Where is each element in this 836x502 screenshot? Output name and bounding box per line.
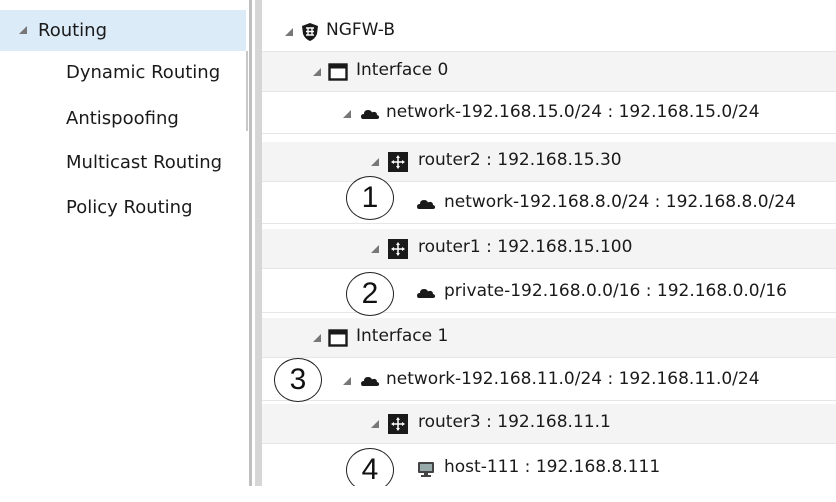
cloud-icon xyxy=(417,289,436,298)
nav-divider xyxy=(246,51,248,131)
tree-row-router[interactable]: router1 : 192.168.15.100 xyxy=(262,229,836,269)
router-icon xyxy=(388,152,408,172)
router-icon xyxy=(388,239,408,259)
tree-row-router[interactable]: router3 : 192.168.11.1 xyxy=(262,404,836,444)
nav-item-policy-routing[interactable]: Policy Routing xyxy=(66,197,193,218)
callout-marker-3: 3 xyxy=(274,358,322,402)
host-computer-icon xyxy=(418,462,434,477)
expand-triangle-icon[interactable] xyxy=(342,109,352,119)
network-label: private-192.168.0.0/16 : 192.168.0.0/16 xyxy=(444,281,787,301)
tree-row-router[interactable]: router2 : 192.168.15.30 xyxy=(262,142,836,182)
interface-icon xyxy=(328,329,348,347)
expand-triangle-icon[interactable] xyxy=(342,376,352,386)
nav-item-label: Routing xyxy=(38,20,108,41)
nav-item-routing[interactable]: Routing xyxy=(0,10,246,51)
tree-row-network[interactable]: network-192.168.11.0/24 : 192.168.11.0/2… xyxy=(262,361,836,401)
interface-icon xyxy=(328,63,348,81)
tree-row-engine[interactable]: NGFW-B xyxy=(262,12,836,52)
nav-item-antispoofing[interactable]: Antispoofing xyxy=(66,108,179,129)
routing-tree: NGFW-B Interface 0 network-192.168.15.0/… xyxy=(262,0,836,486)
router-label: router2 : 192.168.15.30 xyxy=(418,150,622,170)
expand-triangle-icon[interactable] xyxy=(284,27,294,37)
pane-splitter[interactable] xyxy=(249,0,252,486)
firewall-shield-icon xyxy=(302,23,318,41)
nav-item-dynamic-routing[interactable]: Dynamic Routing xyxy=(66,62,220,83)
interface-label: Interface 0 xyxy=(356,60,449,80)
router-label: router3 : 192.168.11.1 xyxy=(418,412,611,432)
cloud-icon xyxy=(417,200,436,209)
cloud-icon xyxy=(361,110,380,119)
nav-item-multicast-routing[interactable]: Multicast Routing xyxy=(66,152,222,173)
collapse-triangle-icon[interactable] xyxy=(18,25,28,35)
network-label: network-192.168.8.0/24 : 192.168.8.0/24 xyxy=(444,192,796,212)
expand-triangle-icon[interactable] xyxy=(370,419,380,429)
tree-row-network[interactable]: network-192.168.15.0/24 : 192.168.15.0/2… xyxy=(262,94,836,134)
cloud-icon xyxy=(361,377,380,386)
router-label: router1 : 192.168.15.100 xyxy=(418,237,633,257)
callout-marker-2: 2 xyxy=(346,272,394,316)
expand-triangle-icon[interactable] xyxy=(312,67,322,77)
host-label: host-111 : 192.168.8.111 xyxy=(444,457,661,477)
expand-triangle-icon[interactable] xyxy=(370,244,380,254)
network-label: network-192.168.11.0/24 : 192.168.11.0/2… xyxy=(386,369,760,389)
pane-splitter-handle[interactable] xyxy=(255,0,262,486)
expand-triangle-icon[interactable] xyxy=(370,157,380,167)
interface-label: Interface 1 xyxy=(356,326,449,346)
router-icon xyxy=(388,414,408,434)
callout-marker-1: 1 xyxy=(346,176,394,220)
expand-triangle-icon[interactable] xyxy=(312,333,322,343)
network-label: network-192.168.15.0/24 : 192.168.15.0/2… xyxy=(386,102,760,122)
bottom-margin xyxy=(0,486,836,502)
routing-nav: Routing Dynamic Routing Antispoofing Mul… xyxy=(0,0,248,486)
engine-label: NGFW-B xyxy=(326,20,395,40)
tree-row-interface-1[interactable]: Interface 1 xyxy=(262,318,836,358)
tree-row-interface-0[interactable]: Interface 0 xyxy=(262,52,836,92)
